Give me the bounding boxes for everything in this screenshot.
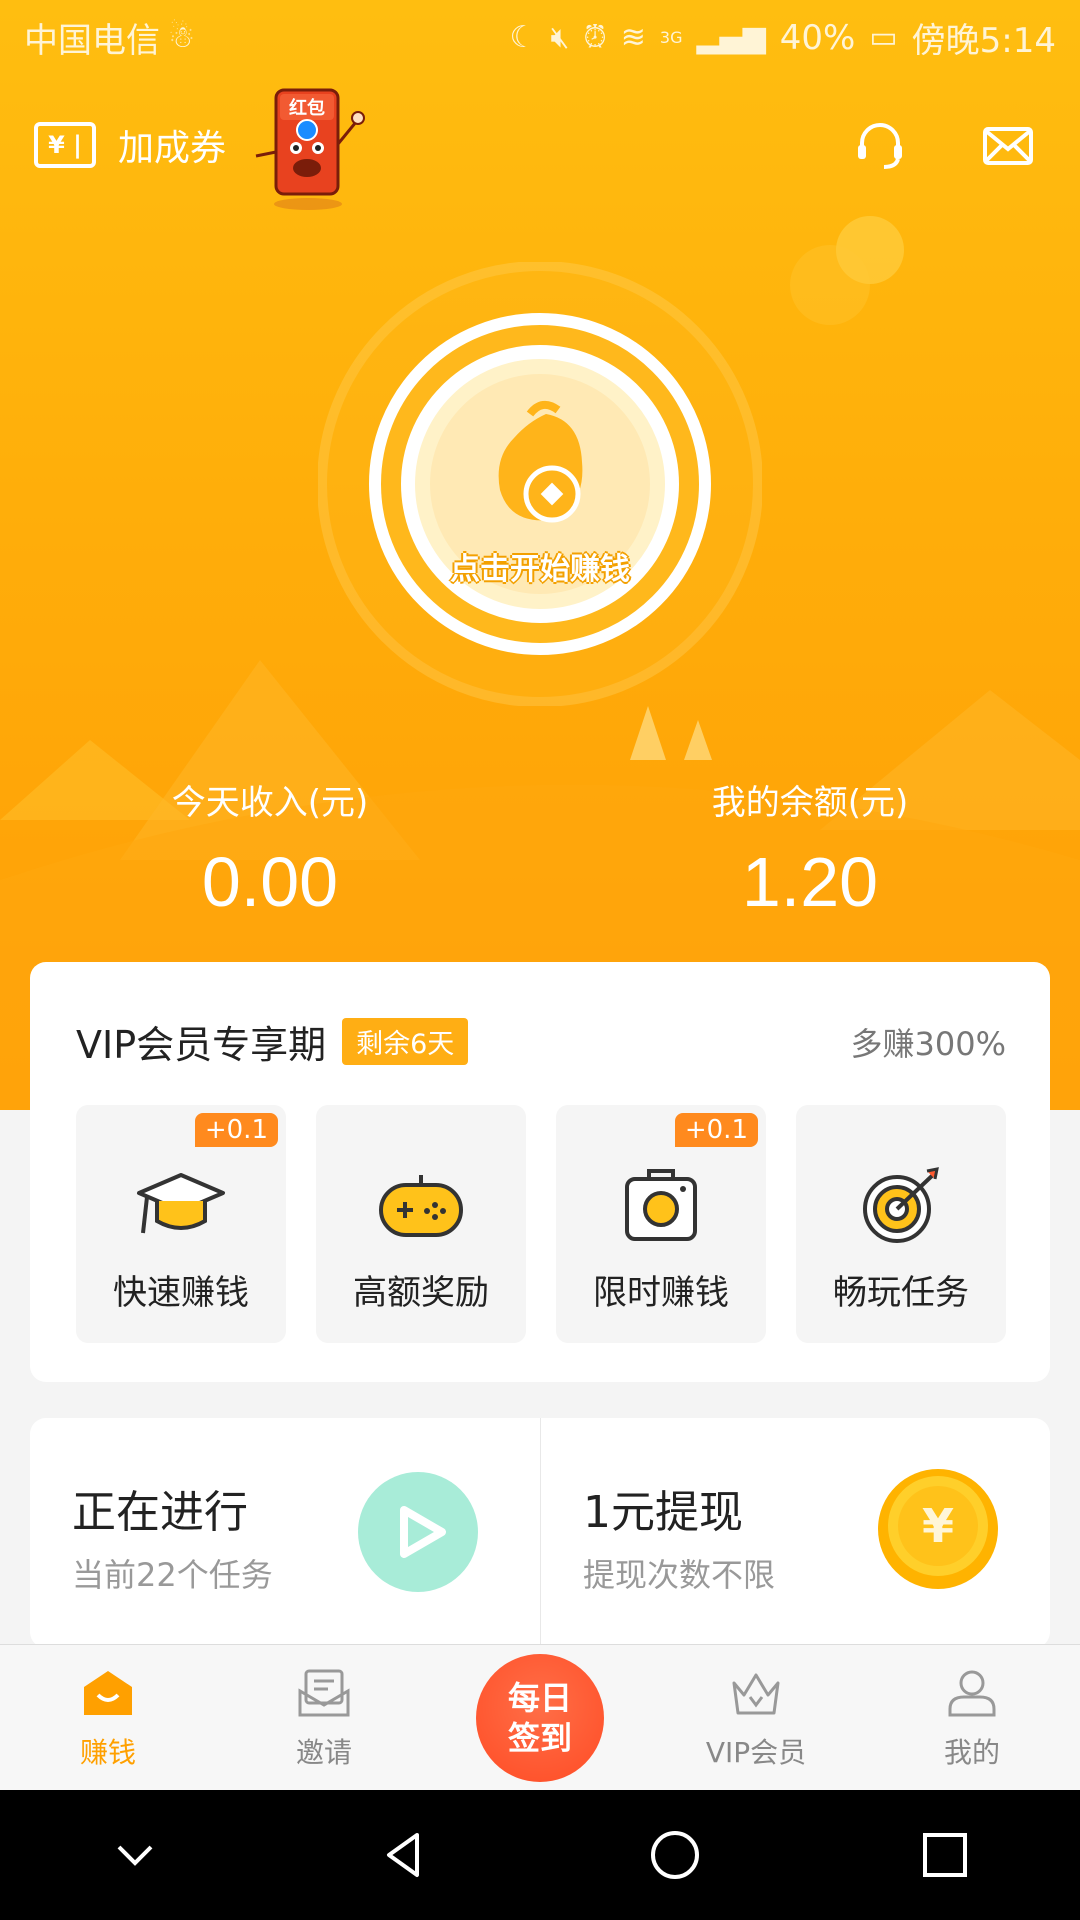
uc-browser-icon: ☃ [168,20,195,55]
ongoing-tasks[interactable]: 正在进行 当前22个任务 [30,1418,540,1648]
withdraw-subtitle: 提现次数不限 [583,1556,776,1594]
moon-icon: ☾ [509,20,537,55]
vip-header: VIP会员专享期 剩余6天 多赚300% [30,962,1050,1069]
ongoing-subtitle: 当前22个任务 [72,1556,273,1594]
my-balance[interactable]: 我的余额(元) 1.20 [540,775,1080,922]
coin-symbol: ¥ [922,1499,954,1553]
tab-label: 我的 [943,1736,1000,1769]
crown-icon [732,1673,780,1715]
tab-vip[interactable]: VIP会员 [648,1645,864,1790]
task-card: 正在进行 当前22个任务 1元提现 提现次数不限 ¥ [30,1418,1050,1648]
vip-card: VIP会员专享期 剩余6天 多赚300% +0.1 快速赚钱 高额奖励 +0.1… [30,962,1050,1382]
signin-line1: 每日 [507,1679,572,1717]
back-icon[interactable] [375,1825,435,1885]
play-icon[interactable] [358,1472,478,1592]
ongoing-title: 正在进行 [72,1487,248,1538]
vip-bonus-link[interactable]: 多赚300% [851,1019,1007,1065]
my-balance-label: 我的余额(元) [711,783,909,823]
vip-title: VIP会员专享期 [76,1023,327,1067]
tile-bonus-badge: +0.1 [194,1113,278,1147]
ticket-icon: ¥ | [34,122,96,168]
status-bar: 中国电信 ☃ ☾ 🔇︎ ⏰︎ ≋ 3G ▂▄▆ 40% ▭ 傍晚5:14 [0,0,1080,75]
tab-invite[interactable]: 邀请 [216,1645,432,1790]
mute-icon: 🔇︎ [550,20,570,55]
battery-percent: 40% [779,17,856,58]
withdraw-section[interactable]: 1元提现 提现次数不限 ¥ [540,1418,1050,1648]
invite-icon [298,1669,350,1717]
signal-icon: ▂▄▆ [696,20,766,55]
earnings-stats: 今天收入(元) 0.00 我的余额(元) 1.20 [0,775,1080,922]
start-button-label: 点击开始赚钱 [450,552,630,587]
tab-label: VIP会员 [705,1736,807,1769]
start-button-rings [317,261,763,707]
tile-play-tasks[interactable]: 畅玩任务 [796,1105,1006,1343]
coupon-button[interactable]: ¥ | 加成券 [34,119,226,171]
top-bar: ¥ | 加成券 [0,90,1080,200]
camera-icon [625,1169,697,1241]
recents-icon[interactable] [915,1825,975,1885]
tile-label: 限时赚钱 [593,1273,729,1313]
headset-icon[interactable] [852,117,908,173]
withdraw-title: 1元提现 [583,1487,743,1538]
wifi-icon: ≋ [620,20,646,55]
alarm-icon: ⏰︎ [583,20,607,55]
red-packet-mascot[interactable]: 红包 [248,82,372,212]
today-income-label: 今天收入(元) [171,783,369,823]
tile-bonus-badge: +0.1 [674,1113,758,1147]
tile-label: 畅玩任务 [833,1273,969,1313]
system-nav-bar [0,1790,1080,1920]
tab-mine[interactable]: 我的 [864,1645,1080,1790]
status-time: 傍晚5:14 [911,21,1056,61]
graduation-cap-icon [137,1173,225,1234]
tile-label: 快速赚钱 [113,1273,249,1313]
daily-signin-button[interactable]: 每日 签到 [476,1654,604,1782]
battery-icon: ▭ [869,20,898,55]
carrier-label: 中国电信 [24,21,160,61]
tile-limited-earn[interactable]: +0.1 限时赚钱 [556,1105,766,1343]
vip-days-badge: 剩余6天 [342,1018,469,1065]
user-icon [948,1670,996,1717]
tab-label: 赚钱 [79,1736,136,1769]
home-icon[interactable] [645,1825,705,1885]
coupon-label: 加成券 [118,128,227,169]
tile-high-reward[interactable]: 高额奖励 [316,1105,526,1343]
network-type: 3G [659,28,683,47]
chevron-down-icon[interactable] [105,1825,165,1885]
signin-line2: 签到 [507,1719,572,1757]
tile-label: 高额奖励 [353,1273,489,1313]
mail-icon[interactable] [980,117,1036,173]
vip-tiles: +0.1 快速赚钱 高额奖励 +0.1 限时赚钱 畅玩任务 [30,1069,1050,1343]
today-income: 今天收入(元) 0.00 [0,775,540,922]
today-income-value: 0.00 [201,843,339,921]
tab-label: 邀请 [295,1736,352,1769]
tab-earn[interactable]: 赚钱 [0,1645,216,1790]
mascot-text: 红包 [289,97,325,119]
start-earning-button[interactable]: 点击开始赚钱 [317,261,763,707]
gold-coin-icon: ¥ [878,1469,998,1589]
tile-quick-earn[interactable]: +0.1 快速赚钱 [76,1105,286,1343]
my-balance-value: 1.20 [741,843,879,921]
target-icon [863,1167,939,1243]
home-earn-icon [84,1671,132,1715]
gamepad-icon [379,1175,463,1237]
